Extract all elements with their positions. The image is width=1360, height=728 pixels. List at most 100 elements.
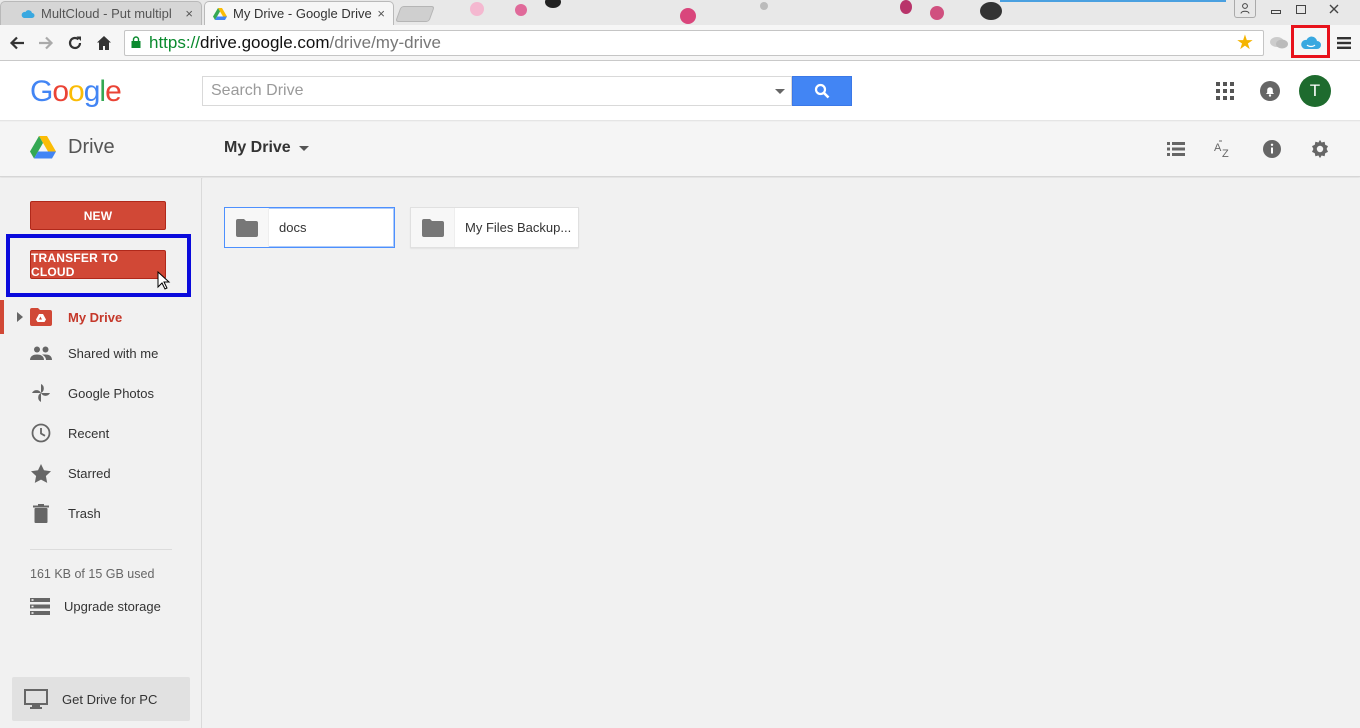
monitor-icon — [24, 689, 48, 709]
google-logo[interactable]: Google — [30, 75, 122, 109]
sidebar-item-starred[interactable]: Starred — [0, 456, 202, 490]
lock-icon — [131, 36, 141, 48]
reload-icon[interactable] — [63, 31, 87, 55]
logo-letter: g — [83, 75, 101, 108]
decorative-butterfly — [545, 0, 561, 8]
account-avatar[interactable]: T — [1299, 75, 1331, 107]
close-window-icon[interactable] — [1326, 0, 1342, 18]
apps-grid-icon[interactable] — [1211, 77, 1239, 105]
tab-title: MultCloud - Put multipl — [41, 6, 172, 21]
browser-menu-icon[interactable] — [1334, 29, 1354, 57]
drive-logo-icon — [30, 136, 56, 159]
tab-close-icon[interactable]: × — [185, 6, 193, 21]
decorative-flower — [680, 8, 696, 24]
drive-toolbar: Drive My Drive AZ — [0, 122, 1360, 177]
selection-indicator — [0, 300, 4, 334]
list-view-icon[interactable] — [1163, 136, 1189, 162]
location-dropdown[interactable]: My Drive — [224, 139, 309, 157]
folder-name: docs — [279, 220, 307, 235]
search-input[interactable] — [211, 82, 751, 100]
url-scheme: https:// — [149, 33, 201, 52]
search-button[interactable] — [792, 76, 852, 106]
new-tab-button[interactable] — [395, 6, 435, 22]
browser-toolbar: https://drive.google.com/drive/my-drive … — [0, 25, 1360, 61]
browser-tab-strip: MultCloud - Put multipl × My Drive - Goo… — [0, 0, 1360, 25]
tab-close-icon[interactable]: × — [377, 6, 385, 21]
sort-az-icon[interactable]: AZ — [1211, 136, 1237, 162]
tab-multcloud[interactable]: MultCloud - Put multipl × — [0, 1, 202, 25]
location-title: My Drive — [224, 139, 291, 156]
upgrade-storage-label: Upgrade storage — [64, 599, 161, 614]
my-drive-icon — [30, 306, 52, 328]
folder-item[interactable]: docs — [224, 207, 395, 248]
sidebar-item-trash[interactable]: Trash — [0, 496, 202, 530]
tab-title: My Drive - Google Drive — [233, 6, 372, 21]
logo-letter: o — [68, 75, 85, 108]
pinwheel-icon — [30, 382, 52, 404]
upgrade-storage-link[interactable]: Upgrade storage — [30, 598, 161, 615]
search-options-chevron-icon[interactable] — [775, 89, 785, 94]
sidebar-item-google-photos[interactable]: Google Photos — [0, 376, 202, 410]
sidebar-item-my-drive[interactable]: My Drive — [0, 300, 202, 334]
minimize-icon[interactable] — [1266, 0, 1286, 18]
drive-icon — [213, 7, 227, 20]
folder-item[interactable]: My Files Backup... — [410, 207, 579, 248]
address-bar[interactable]: https://drive.google.com/drive/my-drive — [124, 30, 1264, 56]
extension-chat-icon[interactable] — [1268, 29, 1290, 57]
notifications-bell-icon[interactable] — [1256, 77, 1284, 105]
folder-icon — [225, 208, 269, 247]
bookmark-star-icon[interactable]: ★ — [1236, 30, 1254, 55]
decorative-flower — [760, 2, 768, 10]
get-drive-for-pc-button[interactable]: Get Drive for PC — [12, 677, 190, 721]
decorative-line — [1000, 0, 1226, 2]
trash-icon — [30, 502, 52, 524]
storage-stack-icon — [30, 598, 50, 615]
decorative-flower — [515, 4, 527, 16]
new-button[interactable]: NEW — [30, 201, 166, 230]
star-icon — [30, 462, 52, 484]
cloud-icon — [21, 9, 35, 18]
search-box — [202, 76, 792, 106]
home-icon[interactable] — [92, 31, 116, 55]
tab-my-drive[interactable]: My Drive - Google Drive × — [204, 1, 394, 25]
user-profile-icon[interactable] — [1234, 0, 1256, 18]
highlight-box-extension — [1291, 25, 1330, 58]
decorative-butterfly — [980, 2, 1002, 20]
sidebar-item-label: Google Photos — [68, 385, 155, 401]
people-icon — [30, 342, 52, 364]
decorative-flower — [930, 6, 944, 20]
svg-text:A: A — [1214, 142, 1222, 154]
folder-name: My Files Backup... — [465, 220, 572, 235]
svg-text:Z: Z — [1222, 148, 1229, 158]
settings-gear-icon[interactable] — [1307, 136, 1333, 162]
drive-brand[interactable]: Drive — [30, 136, 115, 159]
sidebar-divider — [30, 549, 172, 550]
mouse-cursor-icon — [157, 271, 171, 290]
file-area: docs My Files Backup... — [203, 178, 1360, 728]
sidebar-item-recent[interactable]: Recent — [0, 416, 202, 450]
storage-quota-text: 161 KB of 15 GB used — [30, 567, 155, 581]
expand-arrow-icon[interactable] — [17, 312, 23, 322]
sidebar: NEW TRANSFER TO CLOUD My Drive Shared wi… — [0, 178, 202, 728]
search-icon — [814, 83, 830, 99]
logo-letter: e — [105, 75, 122, 108]
decorative-flower — [470, 2, 484, 16]
sidebar-item-label: Shared with me — [68, 345, 159, 361]
drive-header: Google T — [0, 61, 1360, 121]
forward-icon[interactable] — [34, 31, 58, 55]
clock-icon — [30, 422, 52, 444]
logo-letter: o — [52, 75, 69, 108]
sidebar-item-label: Starred — [68, 465, 111, 481]
sidebar-item-shared-with-me[interactable]: Shared with me — [0, 336, 202, 370]
decorative-flower — [900, 0, 912, 14]
restore-icon[interactable] — [1292, 0, 1310, 18]
drive-brand-label: Drive — [68, 136, 115, 158]
url-path: /drive/my-drive — [329, 33, 441, 52]
back-icon[interactable] — [5, 31, 29, 55]
logo-letter: G — [30, 75, 53, 108]
sidebar-item-label: Trash — [68, 505, 101, 521]
folder-icon — [411, 208, 455, 247]
chevron-down-icon — [298, 145, 309, 151]
info-icon[interactable] — [1259, 136, 1285, 162]
get-drive-label: Get Drive for PC — [62, 691, 158, 707]
